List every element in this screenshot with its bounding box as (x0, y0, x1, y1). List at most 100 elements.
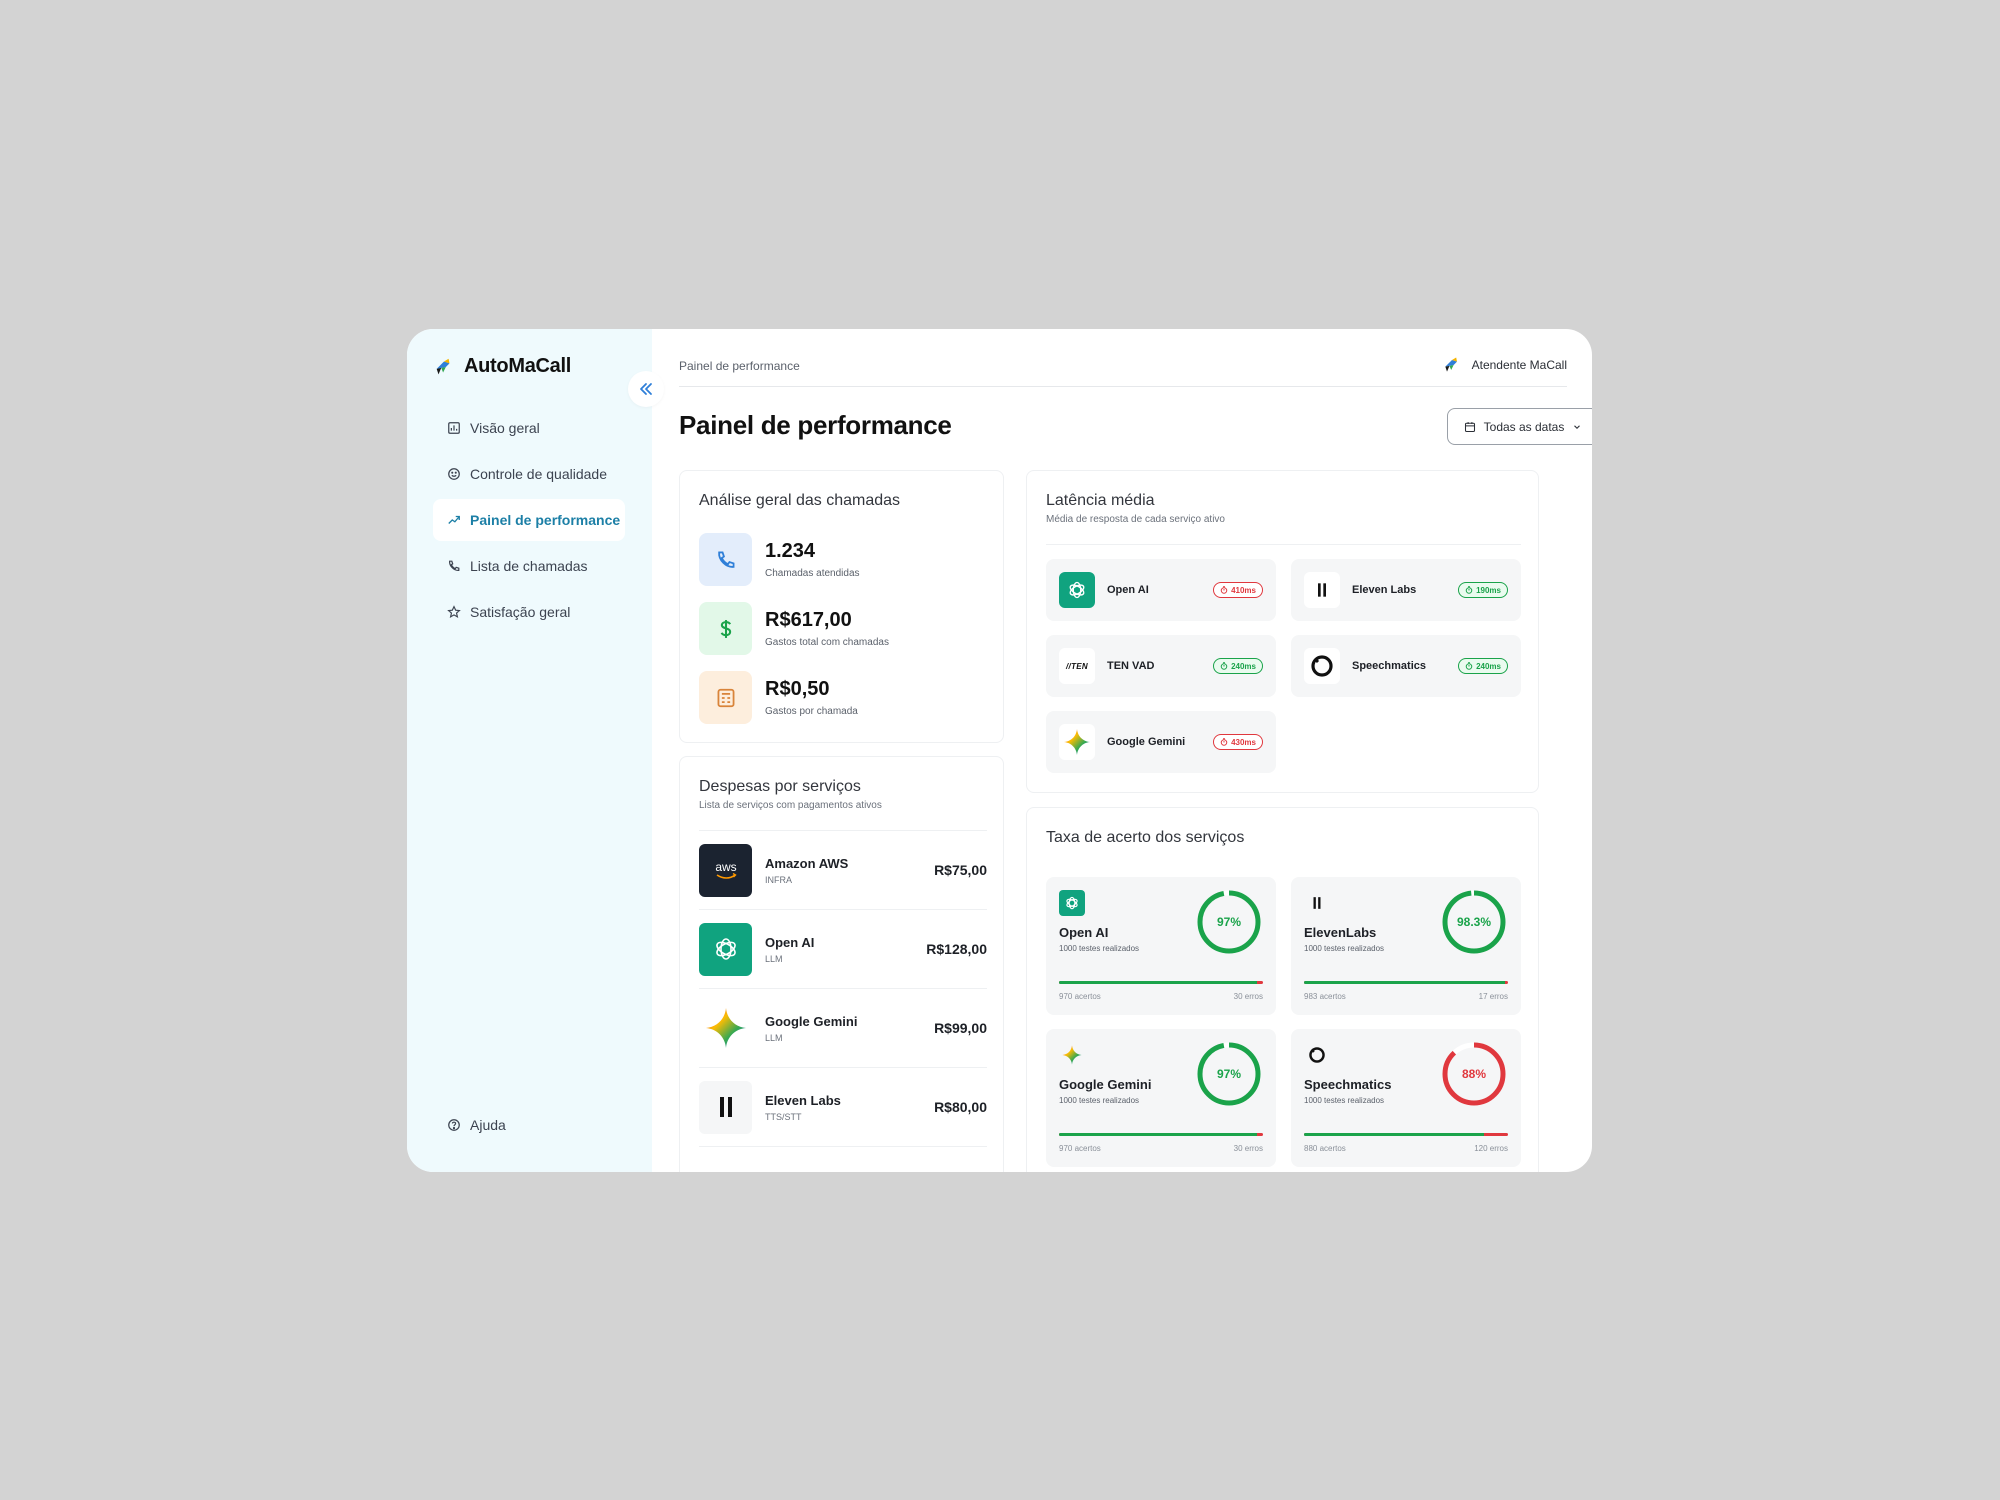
card-title: Taxa de acerto dos serviços (1046, 829, 1245, 846)
sidebar-item-satisfacao-geral[interactable]: Satisfação geral (433, 591, 625, 633)
help-link[interactable]: Ajuda (447, 1117, 506, 1133)
accuracy-item-speechmatics[interactable]: Speechmatics 1000 testes realizados 88% … (1291, 1029, 1521, 1167)
service-price: R$80,00 (934, 1099, 987, 1115)
service-category: LLM (765, 953, 783, 964)
errors-count: 120 erros (1474, 1144, 1508, 1153)
accuracy-bar (1304, 1133, 1508, 1136)
svg-text:aws: aws (715, 860, 736, 874)
stat-label: Chamadas atendidas (765, 568, 860, 579)
service-name: Amazon AWS (765, 855, 849, 871)
stat-cost-per-call: R$0,50 Gastos por chamada (699, 671, 858, 724)
accuracy-bar (1059, 981, 1263, 984)
accuracy-bar-fill (1059, 981, 1257, 984)
tests-count: 1000 testes realizados (1059, 1096, 1140, 1105)
latency-item-openai[interactable]: Open AI 410ms (1046, 559, 1276, 621)
elevenlabs-logo-icon (1304, 890, 1330, 916)
latency-item-ten-vad[interactable]: //TEN TEN VAD 240ms (1046, 635, 1276, 697)
bird-logo-icon (436, 358, 450, 374)
list-item[interactable]: Eleven Labs TTS/STT R$80,00 (699, 1068, 987, 1147)
sidebar-item-controle-qualidade[interactable]: Controle de qualidade (433, 453, 625, 495)
avatar (1444, 357, 1457, 372)
page-title: Painel de performance (679, 410, 952, 440)
hits-count: 880 acertos (1304, 1144, 1346, 1153)
latency-value: 410ms (1231, 585, 1256, 595)
expenses-list: aws Amazon AWS INFRA R$75,00 Open AI LLM… (699, 830, 987, 1147)
dollar-icon (720, 619, 731, 638)
stat-value: R$617,00 (765, 609, 852, 631)
gemini-logo-icon (1059, 724, 1095, 760)
gemini-logo-icon (699, 1002, 752, 1055)
sidebar-item-visao-geral[interactable]: Visão geral (433, 407, 625, 449)
gemini-logo-icon (1059, 1042, 1085, 1068)
card-title: Análise geral das chamadas (699, 492, 901, 509)
accuracy-bar-fill (1059, 1133, 1257, 1136)
app-name: AutoMaCall (464, 355, 572, 377)
accuracy-item-openai[interactable]: Open AI 1000 testes realizados 97% 970 a… (1046, 877, 1276, 1015)
sidebar-item-lista-chamadas[interactable]: Lista de chamadas (433, 545, 625, 587)
list-item[interactable]: aws Amazon AWS INFRA R$75,00 (699, 831, 987, 910)
latency-item-elevenlabs[interactable]: Eleven Labs 190ms (1291, 559, 1521, 621)
tests-count: 1000 testes realizados (1304, 1096, 1385, 1105)
stat-icon-bg (699, 671, 752, 724)
sidebar-item-painel-performance[interactable]: Painel de performance (433, 499, 625, 541)
timer-icon (1465, 586, 1473, 594)
service-price: R$128,00 (926, 941, 987, 957)
smile-icon (448, 468, 460, 480)
trending-up-icon (448, 515, 460, 524)
speechmatics-logo-icon (1304, 1042, 1330, 1068)
accuracy-item-gemini[interactable]: Google Gemini 1000 testes realizados 97%… (1046, 1029, 1276, 1167)
hits-count: 970 acertos (1059, 1144, 1101, 1153)
service-price: R$99,00 (934, 1020, 987, 1036)
openai-logo-icon (1059, 572, 1095, 608)
accuracy-bar-fill (1304, 981, 1505, 984)
stat-total-spend: R$617,00 Gastos total com chamadas (699, 602, 889, 655)
sidebar-nav: Visão geral Controle de qualidade Painel… (433, 407, 625, 637)
app-logo[interactable]: AutoMaCall (433, 355, 571, 378)
timer-icon (1465, 662, 1473, 670)
calculator-icon (717, 688, 734, 707)
stat-icon-bg (699, 533, 752, 586)
service-name: Eleven Labs (1352, 584, 1417, 596)
collapse-sidebar-button[interactable] (628, 371, 664, 407)
calls-analysis-card: Análise geral das chamadas 1.234 Chamada… (679, 470, 1004, 743)
stat-label: Gastos total com chamadas (765, 637, 889, 648)
service-name: Google Gemini (1107, 736, 1186, 748)
user-menu[interactable]: Atendente MaCall (1442, 355, 1567, 375)
accuracy-rate: 97% (1216, 915, 1242, 929)
service-name: Speechmatics (1304, 1077, 1392, 1092)
elevenlabs-logo-icon (1304, 572, 1340, 608)
ten-logo-icon: //TEN (1059, 648, 1095, 684)
accuracy-rate: 97% (1216, 1067, 1242, 1081)
service-category: TTS/STT (765, 1111, 802, 1122)
star-icon (447, 605, 461, 619)
stat-calls-answered: 1.234 Chamadas atendidas (699, 533, 860, 586)
service-category: INFRA (765, 874, 792, 885)
latency-item-gemini[interactable]: Google Gemini 430ms (1046, 711, 1276, 773)
latency-value: 240ms (1231, 661, 1256, 671)
sidebar: AutoMaCall Visão geral Controle de quali… (407, 329, 652, 1172)
list-item[interactable]: Google Gemini LLM R$99,00 (699, 989, 987, 1068)
tests-count: 1000 testes realizados (1059, 944, 1140, 953)
openai-logo-icon (699, 922, 752, 976)
card-subtitle: Lista de serviços com pagamentos ativos (699, 800, 882, 811)
service-name: Google Gemini (765, 1013, 858, 1029)
date-filter-select[interactable]: Todas as datas (1447, 408, 1592, 445)
timer-icon (1220, 738, 1228, 746)
service-name: Open AI (1059, 925, 1109, 940)
latency-item-speechmatics[interactable]: Speechmatics 240ms (1291, 635, 1521, 697)
accuracy-bar (1059, 1133, 1263, 1136)
latency-badge: 240ms (1213, 658, 1263, 674)
accuracy-item-elevenlabs[interactable]: ElevenLabs 1000 testes realizados 98.3% … (1291, 877, 1521, 1015)
date-filter-value: Todas as datas (1483, 419, 1565, 434)
elevenlabs-logo-icon (699, 1080, 752, 1134)
service-price: R$75,00 (934, 862, 987, 878)
service-name: Google Gemini (1059, 1077, 1152, 1092)
list-item[interactable]: Open AI LLM R$128,00 (699, 910, 987, 989)
sidebar-item-label: Lista de chamadas (470, 558, 588, 574)
breadcrumb[interactable]: Painel de performance (679, 359, 800, 373)
timer-icon (1220, 586, 1228, 594)
tests-count: 1000 testes realizados (1304, 944, 1385, 953)
latency-value: 430ms (1231, 737, 1256, 747)
user-name: Atendente MaCall (1471, 358, 1567, 372)
speechmatics-logo-icon (1304, 648, 1340, 684)
